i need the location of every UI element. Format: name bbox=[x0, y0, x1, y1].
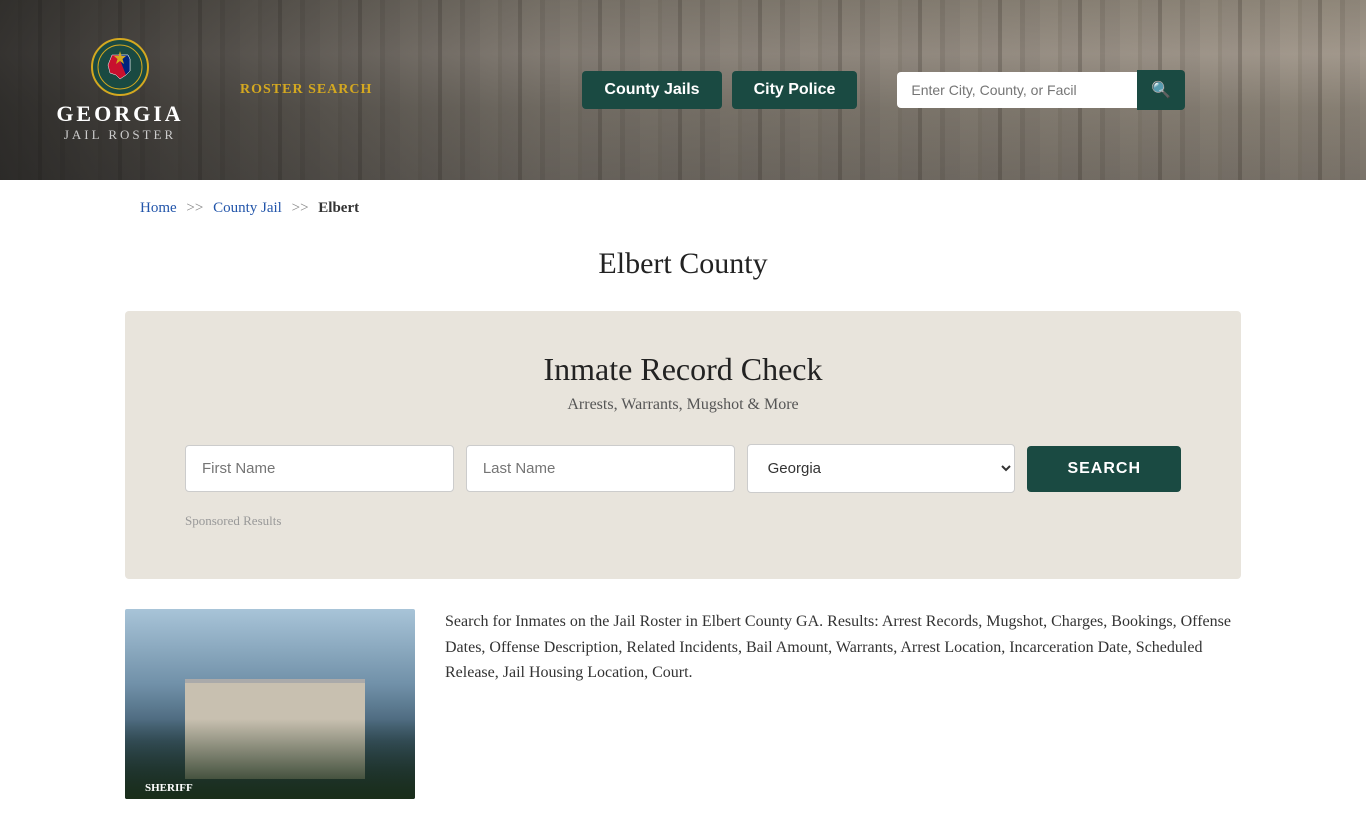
breadcrumb-county-jail-link[interactable]: County Jail bbox=[213, 200, 282, 216]
search-icon: 🔍 bbox=[1151, 82, 1171, 99]
first-name-input[interactable] bbox=[185, 445, 454, 492]
record-check-title: Inmate Record Check bbox=[185, 351, 1181, 388]
georgia-seal-icon bbox=[90, 37, 150, 97]
breadcrumb: Home >> County Jail >> Elbert bbox=[0, 180, 1366, 237]
breadcrumb-sep1: >> bbox=[186, 200, 203, 216]
last-name-input[interactable] bbox=[466, 445, 735, 492]
bottom-description: Search for Inmates on the Jail Roster in… bbox=[445, 609, 1241, 686]
record-check-subtitle: Arrests, Warrants, Mugshot & More bbox=[185, 396, 1181, 414]
state-select[interactable]: AlabamaAlaskaArizonaArkansasCaliforniaCo… bbox=[747, 444, 1016, 493]
sheriff-sign: SHERIFF bbox=[145, 782, 193, 794]
page-title-section: Elbert County bbox=[0, 237, 1366, 311]
logo-title-line1: GEORGIA bbox=[56, 101, 183, 127]
record-search-button[interactable]: SEARCH bbox=[1027, 446, 1181, 492]
roster-search-link[interactable]: ROSTER SEARCH bbox=[240, 82, 372, 98]
city-police-button[interactable]: City Police bbox=[732, 71, 858, 109]
breadcrumb-sep2: >> bbox=[292, 200, 309, 216]
header-search-input[interactable] bbox=[897, 72, 1137, 108]
page-title: Elbert County bbox=[0, 247, 1366, 281]
site-header: GEORGIA JAIL ROSTER ROSTER SEARCH County… bbox=[0, 0, 1366, 180]
logo-title-line2: JAIL ROSTER bbox=[64, 127, 176, 143]
bottom-section: SHERIFF Search for Inmates on the Jail R… bbox=[0, 579, 1366, 829]
header-search-button[interactable]: 🔍 bbox=[1137, 70, 1185, 110]
main-nav: ROSTER SEARCH County Jails City Police 🔍 bbox=[240, 70, 1326, 110]
county-image: SHERIFF bbox=[125, 609, 415, 799]
sponsored-results-label: Sponsored Results bbox=[185, 513, 1181, 529]
breadcrumb-current: Elbert bbox=[318, 200, 359, 216]
site-logo: GEORGIA JAIL ROSTER bbox=[40, 37, 200, 143]
nav-buttons: County Jails City Police bbox=[582, 71, 857, 109]
record-check-form: AlabamaAlaskaArizonaArkansasCaliforniaCo… bbox=[185, 444, 1181, 493]
header-search-area: 🔍 bbox=[897, 70, 1185, 110]
county-jails-button[interactable]: County Jails bbox=[582, 71, 721, 109]
breadcrumb-home-link[interactable]: Home bbox=[140, 200, 177, 216]
record-check-section: Inmate Record Check Arrests, Warrants, M… bbox=[125, 311, 1241, 579]
